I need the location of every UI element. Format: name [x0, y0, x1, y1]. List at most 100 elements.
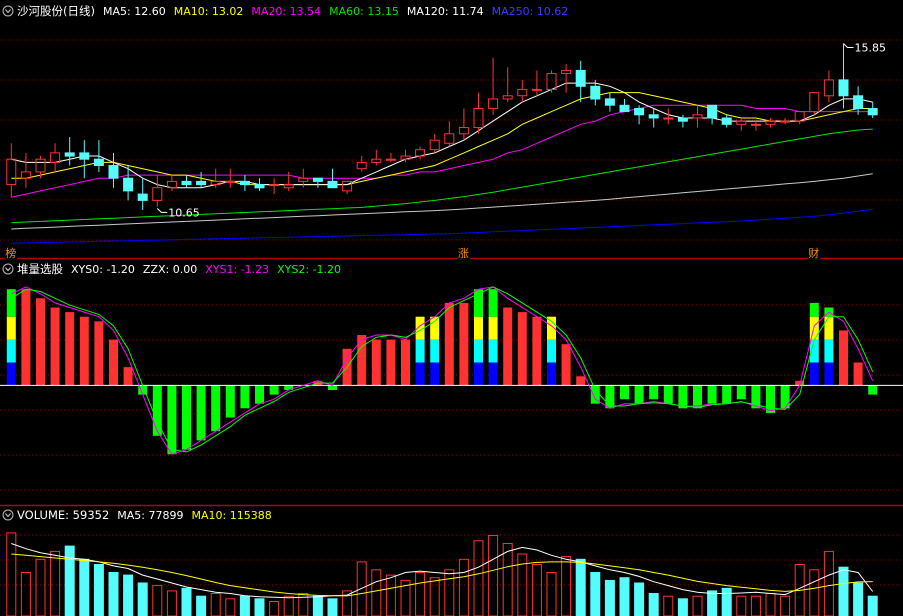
indicator-bar-negative: [240, 385, 250, 409]
indicator-bar-positive: [853, 362, 863, 386]
volume-bar: [181, 587, 192, 616]
indicator-bar-stack-segment: [474, 316, 483, 340]
indicator-bar-positive: [503, 307, 513, 386]
candle-body: [269, 184, 280, 187]
candle-body: [108, 165, 119, 179]
legend-item: MA10: 13.02: [174, 5, 244, 18]
candle-body: [575, 69, 586, 87]
indicator-bar-negative: [255, 385, 264, 404]
candle-body: [225, 180, 236, 183]
volume-bar: [867, 595, 878, 616]
indicator-bar-positive: [444, 302, 454, 386]
candle-body: [137, 193, 148, 201]
indicator-bar-positive: [401, 339, 410, 386]
candle-body: [677, 117, 688, 122]
indicator-bar-stack-segment: [415, 362, 425, 386]
legend-item: XYS1: -1.23: [205, 263, 269, 276]
indicator-bar-stack-segment: [488, 339, 498, 363]
indicator-bar-stack-segment: [809, 316, 819, 340]
candle-body: [123, 177, 134, 192]
indicator-bar-stack-segment: [488, 289, 498, 317]
candle-body: [721, 117, 732, 125]
candle-body: [634, 108, 645, 116]
volume-bar: [604, 579, 615, 616]
indicator-panel-title: 堆量选股: [17, 262, 63, 276]
volume-bar: [64, 545, 75, 616]
legend-item: XYS0: -1.20: [71, 263, 135, 276]
volume-bar: [619, 577, 630, 616]
candle-body: [648, 114, 659, 119]
indicator-bar-positive: [459, 302, 469, 386]
legend-item: MA120: 11.74: [407, 5, 484, 18]
indicator-bar-negative: [868, 385, 878, 395]
indicator-bar-positive: [65, 312, 75, 386]
indicator-bar-stack-segment: [547, 339, 556, 363]
indicator-bar-stack-segment: [824, 362, 834, 386]
candle-body: [385, 158, 396, 161]
volume-bar: [108, 572, 119, 616]
indicator-bar-positive: [532, 316, 542, 386]
indicator-bar-negative: [225, 385, 235, 418]
indicator-bar-stack-segment: [824, 316, 834, 340]
stock-chart: 15.85 10.65 榜 涨 财 沙河股份(日线) MA5: 12.60 MA10: …: [0, 0, 903, 616]
candle-body: [604, 98, 615, 106]
indicator-bar-negative: [182, 385, 191, 450]
indicator-bar-negative: [693, 385, 702, 409]
price-panel-title: 沙河股份(日线): [17, 4, 95, 18]
indicator-bar-stack-segment: [6, 362, 16, 386]
indicator-bar-stack-segment: [430, 339, 440, 363]
indicator-bar-positive: [371, 339, 381, 386]
indicator-bar-positive: [517, 312, 527, 386]
candle-body: [531, 88, 542, 91]
indicator-bar-stack-segment: [488, 362, 498, 386]
volume-bar: [677, 598, 688, 616]
volume-legend: VOLUME: 59352 MA5: 77899 MA10: 115388: [2, 508, 272, 522]
event-marker[interactable]: 榜: [5, 246, 18, 260]
event-marker-label: 涨: [458, 247, 469, 260]
indicator-bar-positive: [357, 335, 367, 386]
indicator-bar-positive: [576, 376, 586, 386]
volume-bar: [707, 590, 718, 616]
indicator-legend: 堆量选股 XYS0: -1.20 ZZX: 0.00 XYS1: -1.23 XYS2…: [2, 262, 341, 276]
price-annotation: 10.65: [168, 206, 200, 219]
event-marker[interactable]: 财: [808, 246, 821, 260]
indicator-bar-stack-segment: [547, 362, 556, 386]
volume-bar: [196, 595, 207, 616]
indicator-bar-stack-segment: [6, 339, 16, 363]
candle-body: [590, 85, 601, 100]
indicator-bar-stack-segment: [6, 316, 16, 340]
volume-panel-title: VOLUME: 59352: [17, 508, 109, 522]
indicator-bar-positive: [839, 330, 848, 386]
candle-body: [780, 120, 791, 123]
indicator-bar-negative: [707, 385, 717, 404]
volume-bar: [575, 558, 586, 616]
indicator-bar-negative: [663, 385, 673, 404]
indicator-bar-positive: [94, 321, 104, 386]
legend-item: ZZX: 0.00: [143, 263, 197, 276]
indicator-bar-negative: [678, 385, 688, 409]
candle-body: [327, 180, 338, 189]
indicator-bar-stack-segment: [488, 316, 498, 340]
volume-bar: [239, 595, 250, 616]
candle-body: [181, 180, 192, 186]
volume-bar: [123, 574, 134, 616]
indicator-bar-stack-segment: [474, 339, 483, 363]
volume-bar: [853, 582, 864, 616]
volume-bar: [79, 558, 90, 616]
candle-body: [64, 152, 75, 157]
volume-bar: [93, 564, 104, 616]
candle-body: [867, 108, 878, 116]
indicator-bar-positive: [79, 316, 89, 386]
volume-bar: [838, 566, 849, 616]
event-marker[interactable]: 涨: [457, 247, 470, 260]
legend-item: MA20: 13.54: [251, 5, 321, 18]
candle-body: [312, 177, 323, 182]
indicator-bar-stack-segment: [415, 339, 425, 363]
legend-item: MA60: 13.15: [329, 5, 399, 18]
candle-body: [196, 180, 207, 186]
candle-body: [93, 158, 104, 166]
price-annotation: 15.85: [855, 41, 887, 54]
legend-item: MA5: 77899: [117, 509, 183, 522]
indicator-bar-stack-segment: [824, 339, 834, 363]
indicator-bar-stack-segment: [809, 302, 819, 317]
